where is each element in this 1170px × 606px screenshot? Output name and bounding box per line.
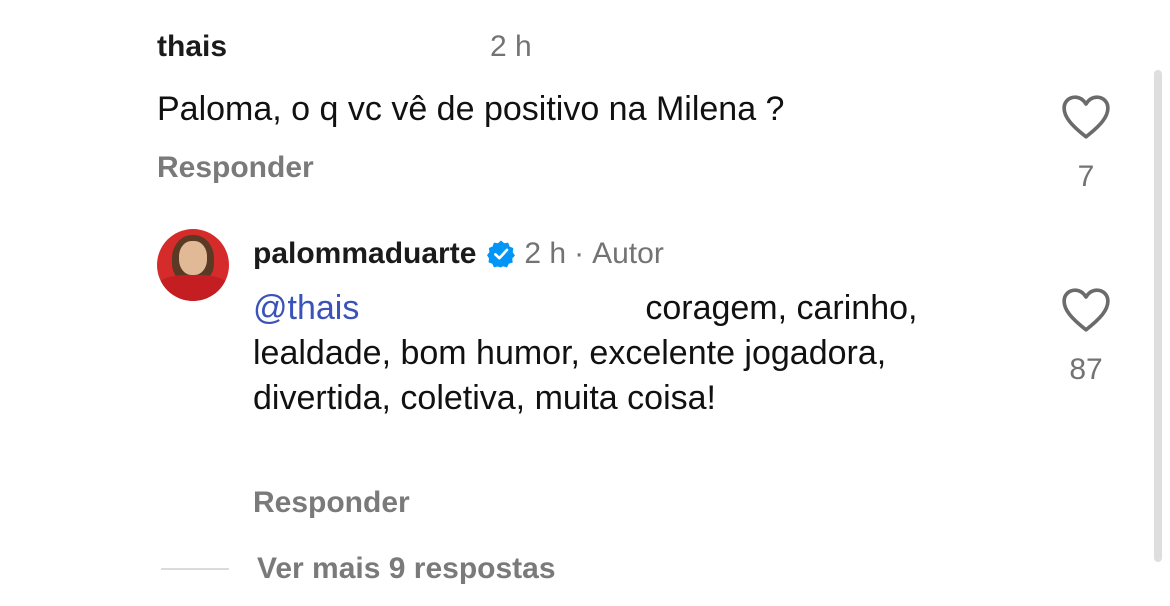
reply-time: 2 h <box>524 237 567 270</box>
scrollbar[interactable] <box>1154 70 1162 562</box>
reply-text-line1: coragem, carinho, <box>645 289 918 327</box>
comment-like-count: 7 <box>1077 160 1095 193</box>
avatar-dress <box>157 275 229 301</box>
meta-separator: · <box>574 237 585 270</box>
mention-link[interactable]: @thais <box>253 289 359 327</box>
comment-text: Paloma, o q vc vê de positivo na Milena … <box>157 90 785 128</box>
comment-reply-button[interactable]: Responder <box>157 151 314 185</box>
reply-meta: palommaduarte 2 h · Autor <box>253 232 1043 276</box>
heart-icon[interactable] <box>1061 94 1111 140</box>
comment: thais 2 h Paloma, o q vc vê de positivo … <box>157 30 1037 184</box>
verified-badge-icon <box>487 240 516 268</box>
reply-text: @thais coragem, carinho, lealdade, bom hu… <box>253 286 1013 421</box>
reply-username[interactable]: palommaduarte <box>253 237 476 271</box>
view-more-replies[interactable]: Ver mais 9 respostas <box>161 552 556 586</box>
author-badge: Autor <box>592 237 664 270</box>
view-more-label: Ver mais 9 respostas <box>257 552 556 585</box>
comment-meta: thais 2 h <box>157 30 1037 74</box>
heart-icon[interactable] <box>1061 287 1111 333</box>
reply-like: 87 <box>1056 287 1116 387</box>
reply-text-rest: lealdade, bom humor, excelente jogadora,… <box>253 334 887 417</box>
reply-comment: palommaduarte 2 h · Autor @thais coragem,… <box>253 232 1043 519</box>
comment-username[interactable]: thais <box>157 30 227 64</box>
comment-time: 2 h <box>490 30 532 63</box>
avatar[interactable] <box>157 229 229 301</box>
avatar-face <box>179 241 207 275</box>
comment-like: 7 <box>1056 94 1116 194</box>
reply-reply-button[interactable]: Responder <box>253 486 410 520</box>
thread-line <box>161 568 229 570</box>
reply-like-count: 87 <box>1069 353 1103 386</box>
